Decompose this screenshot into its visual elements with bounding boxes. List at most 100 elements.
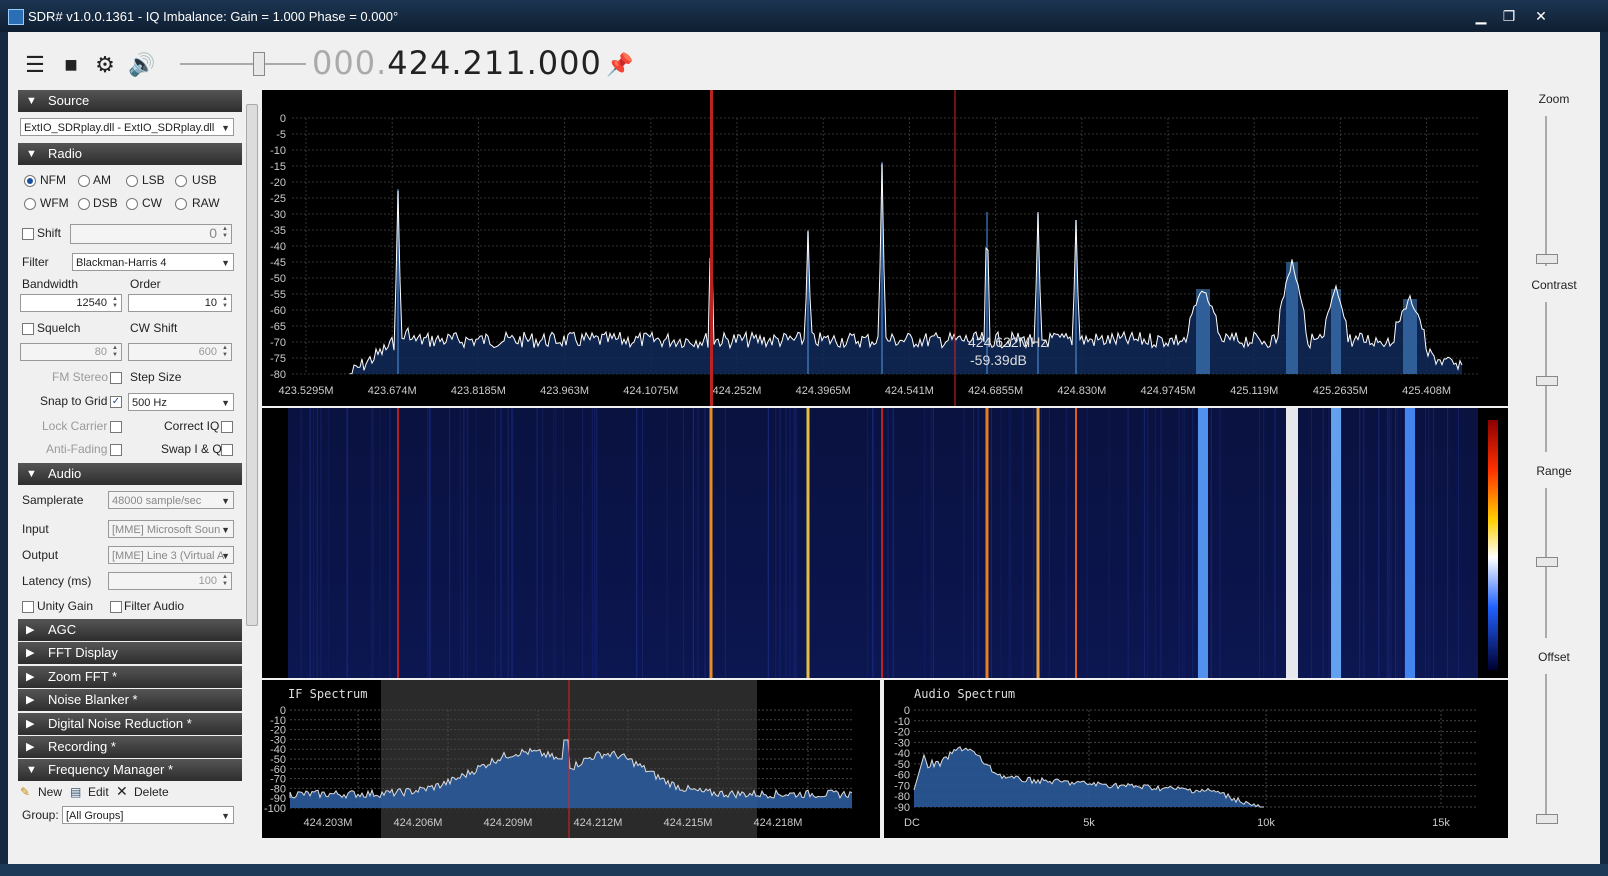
output-device-select[interactable]: [MME] Line 3 (Virtual A ▼ — [108, 546, 234, 564]
audio-spectrum-chart[interactable]: 0-10-20-30-40-50-60-70-80-90 DC 5k 10k 15k … — [884, 680, 1508, 838]
waterfall-display[interactable] — [262, 408, 1508, 678]
delete-icon[interactable]: ✕ — [116, 783, 128, 800]
correctiq-checkbox[interactable] — [221, 421, 233, 433]
chevron-down-icon: ▼ — [221, 496, 230, 506]
x-tick-label: 424.212M — [574, 817, 623, 829]
offset-slider-track[interactable] — [1545, 674, 1547, 824]
spinner-icon[interactable]: ▲ ▼ — [110, 345, 120, 359]
if-spectrum-chart[interactable]: 0-10-20-30-40-50-60-70-80-90-100 424.203… — [262, 680, 880, 838]
range-slider-thumb[interactable] — [1536, 557, 1558, 567]
section-audio[interactable]: ▼ Audio — [18, 463, 242, 485]
section-zoom-fft[interactable]: ▶ Zoom FFT * — [18, 666, 242, 688]
section-fft-display[interactable]: ▶ FFT Display — [18, 642, 242, 664]
stepsize-select[interactable]: 500 Hz ▼ — [128, 393, 234, 411]
waterfall-signal — [1286, 408, 1298, 678]
section-noise-blanker[interactable]: ▶ Noise Blanker * — [18, 689, 242, 711]
minimize-button[interactable]: ▁ — [1468, 6, 1494, 26]
spectrum-chart[interactable]: 0 -5 -10 -15 -20 -25 -30 -35 -40 -45 -50 -55 -60 -65 -… — [262, 90, 1508, 406]
section-radio[interactable]: ▼ Radio — [18, 143, 242, 165]
bandwidth-input[interactable]: 12540 ▲ ▼ — [20, 294, 122, 312]
zoom-slider-thumb[interactable] — [1536, 254, 1558, 264]
radio-lsb-label: LSB — [142, 173, 165, 187]
scrollbar-thumb[interactable] — [246, 104, 258, 626]
close-button[interactable]: ✕ — [1528, 6, 1554, 26]
fmstereo-checkbox[interactable] — [110, 372, 122, 384]
radio-lsb[interactable] — [126, 175, 138, 187]
input-device-select[interactable]: [MME] Microsoft Soun ▼ — [108, 520, 234, 538]
waterfall-chart[interactable] — [262, 408, 1508, 678]
edit-icon[interactable]: ▤ — [70, 785, 81, 799]
spinner-icon[interactable]: ▲ ▼ — [110, 296, 120, 310]
latency-input[interactable]: 100 ▲ ▼ — [108, 572, 232, 590]
filteraudio-checkbox[interactable] — [110, 601, 122, 613]
squelch-input[interactable]: 80 ▲ ▼ — [20, 343, 122, 361]
delete-button[interactable]: Delete — [134, 785, 169, 799]
squelch-value: 80 — [94, 346, 107, 358]
audio-spectrum-panel[interactable]: 0 -10 -20 -30 -40 -50 -60 -70 -80 -90 DC 5k 10k 15k … — [884, 680, 1508, 838]
edit-button[interactable]: Edit — [88, 785, 109, 799]
gear-icon[interactable]: ⚙ — [92, 52, 118, 78]
radio-raw[interactable] — [175, 198, 187, 210]
pin-icon[interactable]: 📌 — [606, 52, 633, 78]
samplerate-select[interactable]: 48000 sample/sec ▼ — [108, 491, 234, 509]
lockcarrier-checkbox[interactable] — [110, 421, 122, 433]
taskbar — [0, 864, 1608, 876]
radio-wfm[interactable] — [24, 198, 36, 210]
new-icon[interactable]: ✎ — [20, 785, 30, 799]
if-y-axis: 0-10-20-30-40-50-60-70-80-90-100 — [264, 705, 286, 815]
if-spectrum-panel[interactable]: 0 -10 -20 -30 -40 -50 -60 -70 -80 -90 -100 424.203… — [262, 680, 880, 838]
order-input[interactable]: 10 ▲ ▼ — [128, 294, 232, 312]
shift-checkbox[interactable] — [22, 228, 34, 240]
radio-cw[interactable] — [126, 198, 138, 210]
volume-slider-thumb[interactable] — [253, 52, 265, 76]
chevron-down-icon: ▼ — [221, 258, 230, 268]
speaker-icon[interactable]: 🔊 — [128, 52, 155, 78]
waterfall-signal — [397, 408, 399, 678]
stop-icon[interactable]: ■ — [58, 52, 84, 78]
new-button[interactable]: New — [38, 785, 62, 799]
chevron-down-icon: ▼ — [221, 811, 230, 821]
radio-usb[interactable] — [175, 175, 187, 187]
stepsize-label: Step Size — [130, 370, 182, 384]
contrast-slider-thumb[interactable] — [1536, 376, 1558, 386]
spinner-icon[interactable]: ▲ ▼ — [220, 574, 230, 588]
section-frequency-manager[interactable]: ▼ Frequency Manager * — [18, 759, 242, 781]
samplerate-value: 48000 sample/sec — [112, 495, 202, 507]
source-device-select[interactable]: ExtIO_SDRplay.dll - ExtIO_SDRplay.dll ▼ — [20, 118, 234, 136]
shift-input[interactable]: 0 ▲ ▼ — [70, 224, 232, 244]
spinner-icon[interactable]: ▲ ▼ — [220, 345, 230, 359]
cwshift-input[interactable]: 600 ▲ ▼ — [128, 343, 232, 361]
volume-slider-track[interactable] — [180, 63, 306, 65]
spinner-icon[interactable]: ▲ ▼ — [220, 296, 230, 310]
section-digital-noise-reduction[interactable]: ▶ Digital Noise Reduction * — [18, 713, 242, 735]
tuning-marker[interactable] — [710, 90, 713, 406]
filter-label: Filter — [22, 255, 49, 269]
y-tick-label: -60 — [270, 305, 286, 317]
maximize-button[interactable]: ❐ — [1496, 6, 1522, 26]
section-source[interactable]: ▼ Source — [18, 90, 242, 112]
filter-select[interactable]: Blackman-Harris 4 ▼ — [72, 253, 234, 271]
radio-nfm[interactable] — [24, 175, 36, 187]
offset-slider-thumb[interactable] — [1536, 814, 1558, 824]
radio-dsb[interactable] — [78, 198, 90, 210]
lockcarrier-label: Lock Carrier — [42, 419, 108, 433]
menu-icon[interactable]: ☰ — [22, 52, 48, 78]
spinner-icon[interactable]: ▲ ▼ — [220, 226, 230, 240]
radio-am[interactable] — [78, 175, 90, 187]
unitygain-checkbox[interactable] — [22, 601, 34, 613]
group-select[interactable]: [All Groups] ▼ — [62, 806, 234, 824]
squelch-checkbox[interactable] — [22, 323, 34, 335]
section-agc[interactable]: ▶ AGC — [18, 619, 242, 641]
section-recording[interactable]: ▶ Recording * — [18, 736, 242, 758]
frequency-display[interactable]: 000.424.211.000 — [312, 44, 602, 82]
swapiq-checkbox[interactable] — [221, 444, 233, 456]
output-device-value: [MME] Line 3 (Virtual A — [112, 550, 225, 562]
zoom-slider-track[interactable] — [1545, 116, 1547, 266]
y-tick-label: -15 — [270, 161, 286, 173]
panel-scrollbar[interactable] — [244, 104, 258, 628]
antifading-checkbox[interactable] — [110, 444, 122, 456]
snap-checkbox[interactable]: ✓ — [110, 396, 122, 408]
y-tick-label: -100 — [264, 803, 286, 815]
fmstereo-label: FM Stereo — [52, 370, 109, 384]
spectrum-display[interactable]: 0 -5 -10 -15 -20 -25 -30 -35 -40 -45 -50 -55 -60 -65 -… — [262, 90, 1508, 406]
